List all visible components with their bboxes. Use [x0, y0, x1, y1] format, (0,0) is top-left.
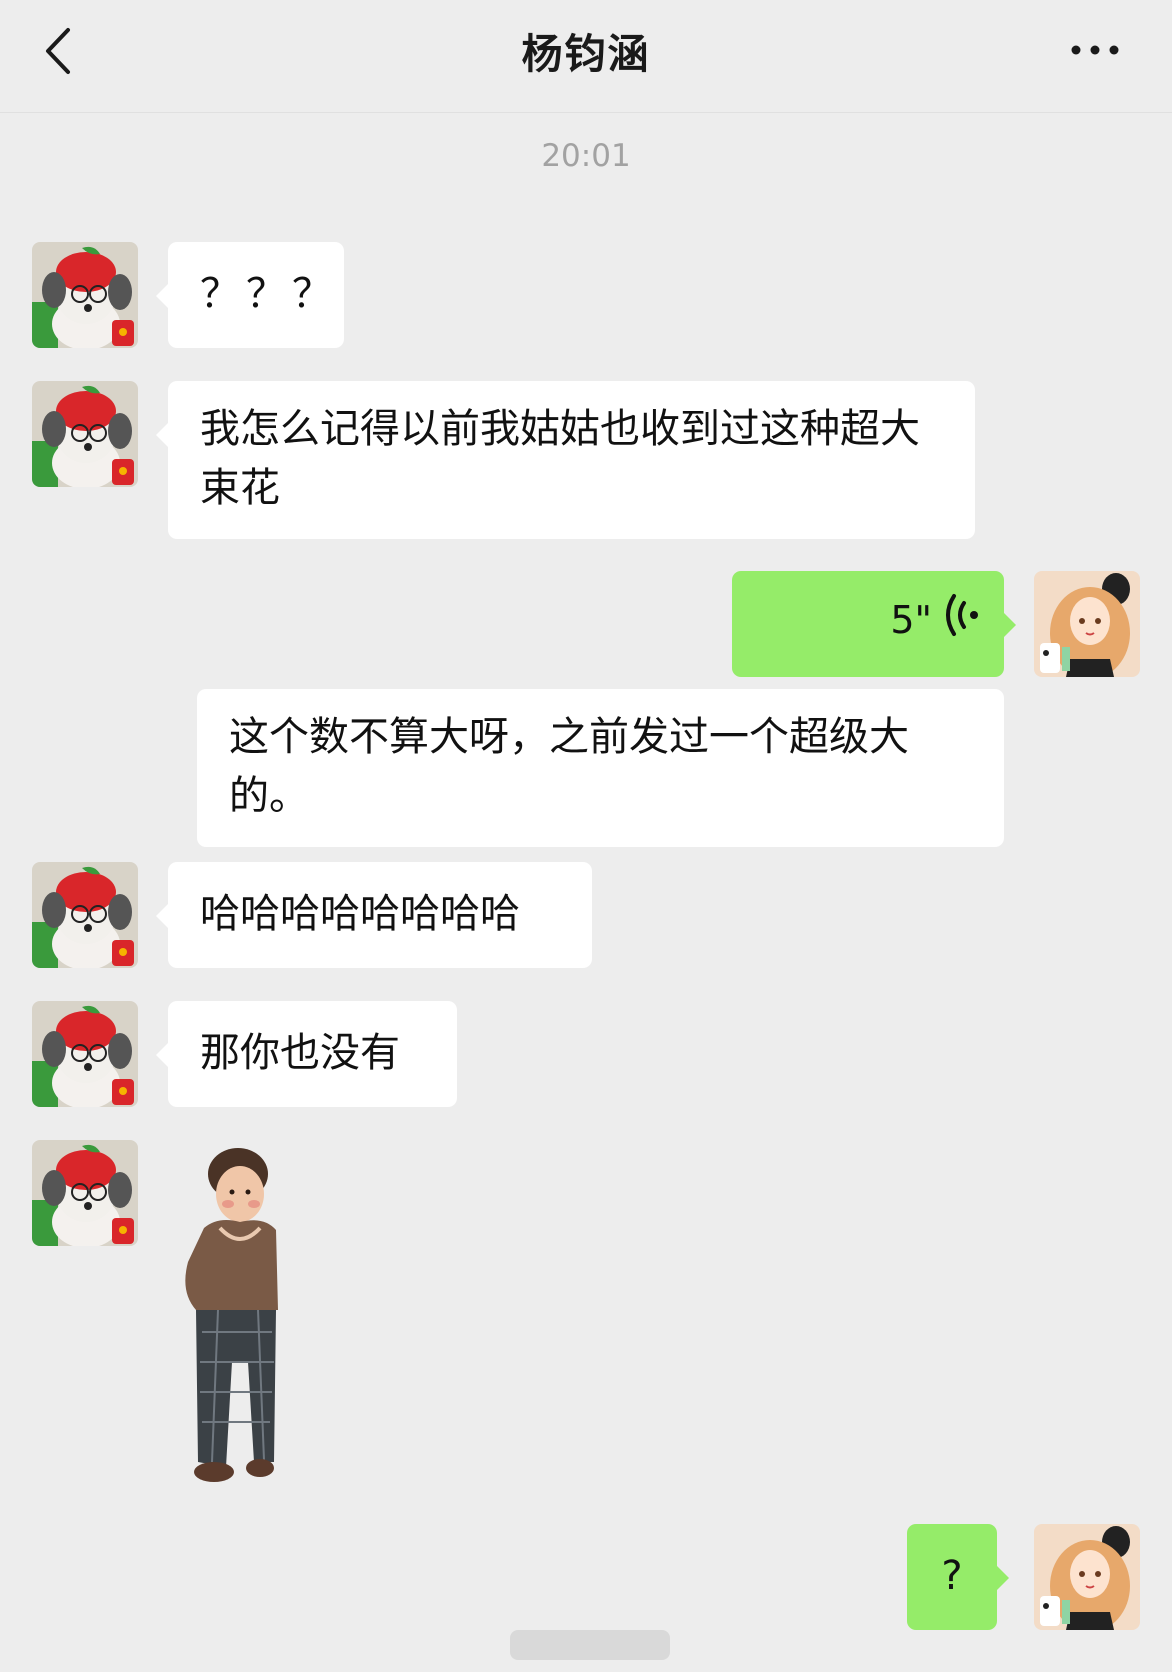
- voice-message-bubble[interactable]: 5": [732, 571, 1016, 677]
- my-avatar[interactable]: [1034, 1524, 1140, 1630]
- child-standing-sticker[interactable]: [168, 1142, 288, 1492]
- voice-transcript-bubble[interactable]: 这个数不算大呀，之前发过一个超级大的。: [197, 689, 1004, 847]
- message-text: 那你也没有: [200, 1030, 400, 1076]
- more-dots-icon[interactable]: [1070, 44, 1120, 56]
- dog-plush-avatar-icon: [32, 862, 138, 968]
- anime-girl-avatar-icon: [1034, 1524, 1140, 1630]
- chat-header: 杨钧涵: [0, 0, 1172, 113]
- message-bubble[interactable]: 我怎么记得以前我姑姑也收到过这种超大束花: [156, 381, 975, 539]
- message-bubble[interactable]: ?: [907, 1524, 1009, 1630]
- voice-duration: 5": [890, 598, 932, 642]
- dog-plush-avatar-icon: [32, 1001, 138, 1107]
- message-bubble[interactable]: 那你也没有: [156, 1001, 457, 1107]
- contact-avatar[interactable]: [32, 242, 138, 348]
- transcript-text: 这个数不算大呀，之前发过一个超级大的。: [229, 714, 909, 819]
- contact-avatar[interactable]: [32, 862, 138, 968]
- contact-avatar[interactable]: [32, 381, 138, 487]
- watermark-bar: [510, 1630, 670, 1660]
- voice-wave-icon: [946, 594, 978, 636]
- message-text: 我怎么记得以前我姑姑也收到过这种超大束花: [200, 406, 920, 511]
- anime-girl-avatar-icon: [1034, 571, 1140, 677]
- message-text: ？？？: [200, 271, 338, 317]
- dog-plush-avatar-icon: [32, 1140, 138, 1246]
- message-bubble[interactable]: ？？？: [156, 242, 344, 348]
- message-text: 哈哈哈哈哈哈哈哈: [200, 891, 520, 937]
- chat-title: 杨钧涵: [521, 30, 651, 78]
- message-text: ?: [941, 1553, 963, 1599]
- message-timestamp: 20:01: [541, 138, 631, 174]
- message-bubble[interactable]: 哈哈哈哈哈哈哈哈: [156, 862, 592, 968]
- dog-plush-avatar-icon: [32, 242, 138, 348]
- dog-plush-avatar-icon: [32, 381, 138, 487]
- my-avatar[interactable]: [1034, 571, 1140, 677]
- contact-avatar[interactable]: [32, 1001, 138, 1107]
- contact-avatar[interactable]: [32, 1140, 138, 1246]
